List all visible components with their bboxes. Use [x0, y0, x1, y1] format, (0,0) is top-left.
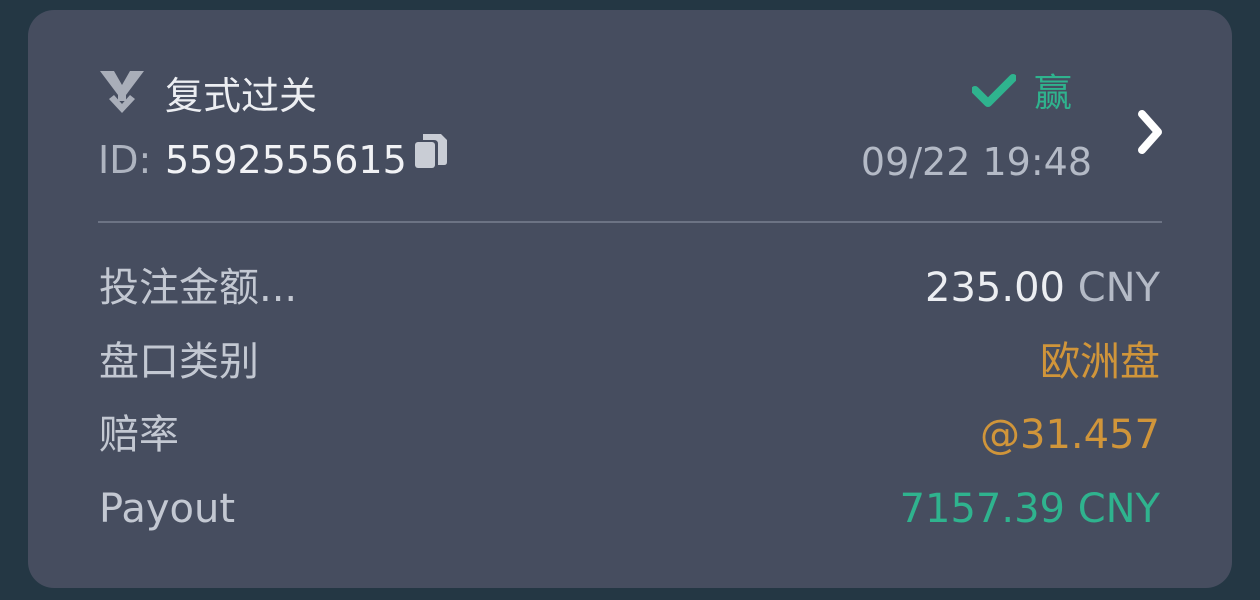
stake-label: 投注金额... [99, 265, 298, 311]
odds-value: @31.457 [980, 412, 1160, 458]
bet-record-card[interactable]: 复式过关 ID: 5592555615 赢 09/22 19:48 投注金额..… [28, 10, 1232, 588]
copy-icon[interactable] [413, 132, 449, 172]
checkmark-icon [972, 74, 1016, 107]
bet-status-label: 赢 [1034, 71, 1073, 115]
payout-label: Payout [99, 486, 236, 532]
market-type-value: 欧洲盘 [1040, 339, 1160, 385]
stake-amount: 235.00 [925, 265, 1065, 311]
bet-id-label: ID: [98, 138, 152, 182]
parlay-branch-icon [100, 71, 144, 113]
stake-value: 235.00 CNY [925, 260, 1160, 316]
payout-value: 7157.39 CNY [899, 486, 1160, 532]
bet-id-value: 5592555615 [165, 138, 407, 182]
bet-type-label: 复式过关 [165, 74, 318, 118]
market-type-label: 盘口类别 [99, 339, 259, 385]
chevron-right-icon[interactable] [1132, 102, 1172, 162]
divider [98, 221, 1162, 223]
odds-label: 赔率 [99, 412, 179, 458]
stake-currency: CNY [1077, 265, 1160, 311]
bet-datetime: 09/22 19:48 [860, 140, 1092, 184]
